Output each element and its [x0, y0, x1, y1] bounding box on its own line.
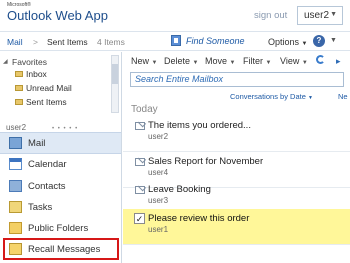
message-sender: user3 — [148, 196, 169, 205]
favorites-title[interactable]: Favorites — [12, 57, 47, 67]
sort-conversations[interactable]: Conversations by Date ▼ — [230, 92, 313, 101]
filter-button[interactable]: Filter ▼ — [243, 56, 271, 66]
find-someone-link[interactable]: Find Someone — [186, 36, 245, 46]
highlight-box — [3, 238, 119, 260]
address-book-icon[interactable] — [171, 35, 181, 46]
chevron-down-icon: ▼ — [229, 60, 236, 66]
envelope-icon — [135, 122, 145, 130]
message-row-selected[interactable]: ✓ Please review this order user1 — [123, 209, 350, 245]
breadcrumb-separator: > — [33, 37, 38, 47]
collapse-triangle-icon[interactable]: ◢ — [3, 58, 8, 65]
sort-label: Conversations by Date — [230, 92, 306, 101]
envelope-icon — [135, 158, 145, 166]
message-subject: Please review this order — [148, 213, 250, 224]
chevron-down-icon: ▼ — [151, 60, 158, 66]
favorite-unread-mail[interactable]: Unread Mail — [26, 83, 72, 93]
message-subject: The items you ordered... — [148, 120, 251, 131]
nav-public-folders-label: Public Folders — [28, 223, 89, 234]
scroll-right-icon[interactable]: ▸ — [336, 56, 341, 67]
folder-icon — [15, 71, 23, 77]
folder-icon — [15, 85, 23, 91]
new-button[interactable]: New ▼ — [131, 56, 157, 66]
move-button[interactable]: Move ▼ — [205, 56, 235, 66]
app-title: Outlook Web App — [7, 8, 108, 23]
selection-checkbox[interactable]: ✓ — [134, 213, 145, 224]
user-name: user2 — [304, 10, 330, 21]
chevron-down-icon: ▼ — [330, 11, 337, 18]
public-folders-icon — [9, 222, 22, 234]
view-button[interactable]: View ▼ — [280, 56, 308, 66]
options-menu[interactable]: Options ▼ — [268, 37, 308, 47]
folder-scrollbar-thumb[interactable] — [112, 64, 118, 84]
help-icon[interactable]: ? — [313, 35, 325, 47]
message-sender: user1 — [148, 225, 169, 234]
nav-public-folders[interactable]: Public Folders — [0, 218, 121, 240]
mail-icon — [9, 137, 22, 149]
calendar-icon — [9, 158, 22, 170]
user-menu[interactable]: user2 ▼ — [297, 6, 343, 25]
tasks-icon — [9, 201, 22, 213]
item-count: 4 Items — [97, 37, 125, 47]
nav-contacts[interactable]: Contacts — [0, 176, 121, 198]
message-sender: user2 — [148, 132, 169, 141]
refresh-icon[interactable] — [316, 55, 325, 64]
group-header-today: Today — [131, 104, 158, 115]
nav-contacts-label: Contacts — [28, 181, 66, 192]
filter-label: Filter — [243, 56, 263, 66]
search-input[interactable]: Search Entire Mailbox — [130, 72, 344, 87]
envelope-icon — [135, 186, 145, 194]
nav-calendar[interactable]: Calendar — [0, 154, 121, 176]
chevron-down-icon: ▼ — [265, 60, 272, 66]
chevron-down-icon: ▼ — [307, 95, 313, 101]
breadcrumb-mail[interactable]: Mail — [7, 37, 23, 47]
move-label: Move — [205, 56, 228, 66]
nav-mail[interactable]: Mail — [0, 132, 121, 154]
contacts-icon — [9, 180, 22, 192]
nav-tasks[interactable]: Tasks — [0, 197, 121, 219]
sort-next[interactable]: Ne — [338, 92, 348, 101]
chevron-down-icon[interactable]: ▼ — [330, 37, 337, 44]
delete-button[interactable]: Delete ▼ — [164, 56, 198, 66]
mailbox-owner[interactable]: user2 — [6, 123, 26, 132]
message-subject: Sales Report for November — [148, 156, 264, 167]
chevron-down-icon: ▼ — [301, 60, 308, 66]
new-label: New — [131, 56, 150, 66]
message-subject: Leave Booking — [148, 184, 211, 195]
chevron-down-icon: ▼ — [192, 60, 199, 66]
view-label: View — [280, 56, 300, 66]
nav-calendar-label: Calendar — [28, 159, 67, 170]
message-row[interactable]: The items you ordered... user2 — [123, 116, 350, 152]
sign-out-link[interactable]: sign out — [254, 10, 287, 21]
delete-label: Delete — [164, 56, 191, 66]
folder-icon — [15, 99, 23, 105]
nav-tasks-label: Tasks — [28, 202, 53, 213]
favorite-sent-items[interactable]: Sent Items — [26, 97, 67, 107]
chevron-down-icon: ▼ — [301, 41, 308, 47]
options-label: Options — [268, 37, 300, 47]
favorite-inbox[interactable]: Inbox — [26, 69, 47, 79]
nav-mail-label: Mail — [28, 138, 46, 149]
breadcrumb-folder: Sent Items — [47, 37, 88, 47]
message-sender: user4 — [148, 168, 169, 177]
